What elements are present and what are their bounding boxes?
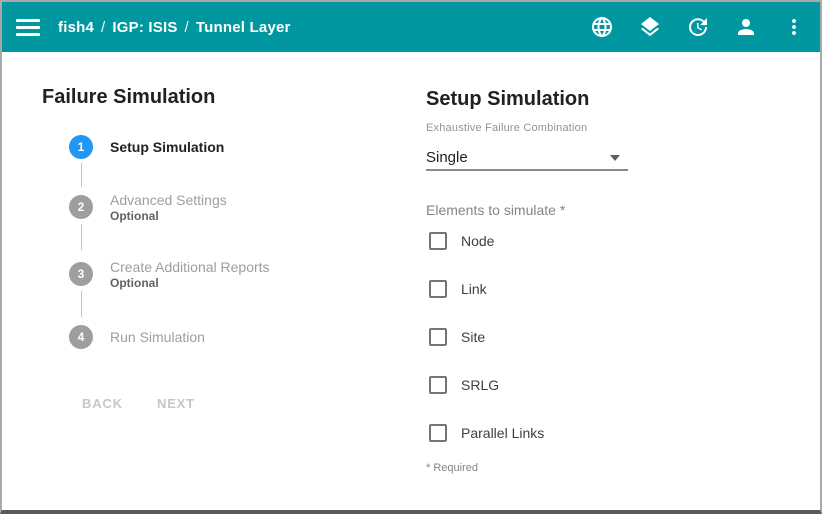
account-icon[interactable] [734,15,758,39]
back-button[interactable]: BACK [82,396,123,411]
layers-icon[interactable] [638,15,662,39]
breadcrumb-item-network[interactable]: fish4 [58,19,94,36]
step-optional-label: Optional [110,209,159,223]
breadcrumb-separator: / [185,19,189,36]
checkbox-label: Link [461,281,487,297]
step-number-badge: 2 [69,195,93,219]
step-connector [81,163,82,187]
checkbox-row-link[interactable]: Link [429,280,487,298]
breadcrumb-item-protocol[interactable]: IGP: ISIS [112,19,177,36]
step-number-badge: 4 [69,325,93,349]
panel-title: Setup Simulation [426,88,589,111]
checkbox-label: SRLG [461,377,499,393]
history-icon[interactable] [686,15,710,39]
next-button[interactable]: NEXT [157,396,195,411]
globe-icon[interactable] [590,15,614,39]
app-bar: fish4 / IGP: ISIS / Tunnel Layer [2,2,820,52]
checkbox-row-parallel-links[interactable]: Parallel Links [429,424,544,442]
checkbox-row-node[interactable]: Node [429,232,494,250]
more-options-icon[interactable] [782,15,806,39]
checkbox-node[interactable] [429,232,447,250]
step-label: Advanced Settings [110,192,227,208]
step-number-badge: 3 [69,262,93,286]
page-title: Failure Simulation [42,86,215,109]
dropdown-arrow-icon [610,155,620,161]
select-value: Single [426,149,468,166]
step-number-badge: 1 [69,135,93,159]
checkbox-row-srlg[interactable]: SRLG [429,376,499,394]
step-label: Create Additional Reports [110,259,270,275]
failure-combination-label: Exhaustive Failure Combination [426,122,587,134]
menu-icon[interactable] [16,15,40,39]
checkbox-label: Node [461,233,494,249]
step-label: Setup Simulation [110,139,224,155]
app-window: fish4 / IGP: ISIS / Tunnel Layer Fail [0,0,822,514]
checkbox-row-site[interactable]: Site [429,328,485,346]
checkbox-parallel-links[interactable] [429,424,447,442]
elements-to-simulate-label: Elements to simulate * [426,202,565,218]
step-label: Run Simulation [110,329,205,345]
failure-combination-select[interactable]: Single [426,146,628,171]
step-connector [81,291,82,317]
step-optional-label: Optional [110,276,159,290]
breadcrumb: fish4 / IGP: ISIS / Tunnel Layer [58,19,291,36]
checkbox-label: Site [461,329,485,345]
checkbox-site[interactable] [429,328,447,346]
required-note: * Required [426,462,478,474]
checkbox-srlg[interactable] [429,376,447,394]
breadcrumb-separator: / [101,19,105,36]
breadcrumb-item-layer[interactable]: Tunnel Layer [196,19,291,36]
step-connector [81,224,82,250]
checkbox-label: Parallel Links [461,425,544,441]
checkbox-link[interactable] [429,280,447,298]
